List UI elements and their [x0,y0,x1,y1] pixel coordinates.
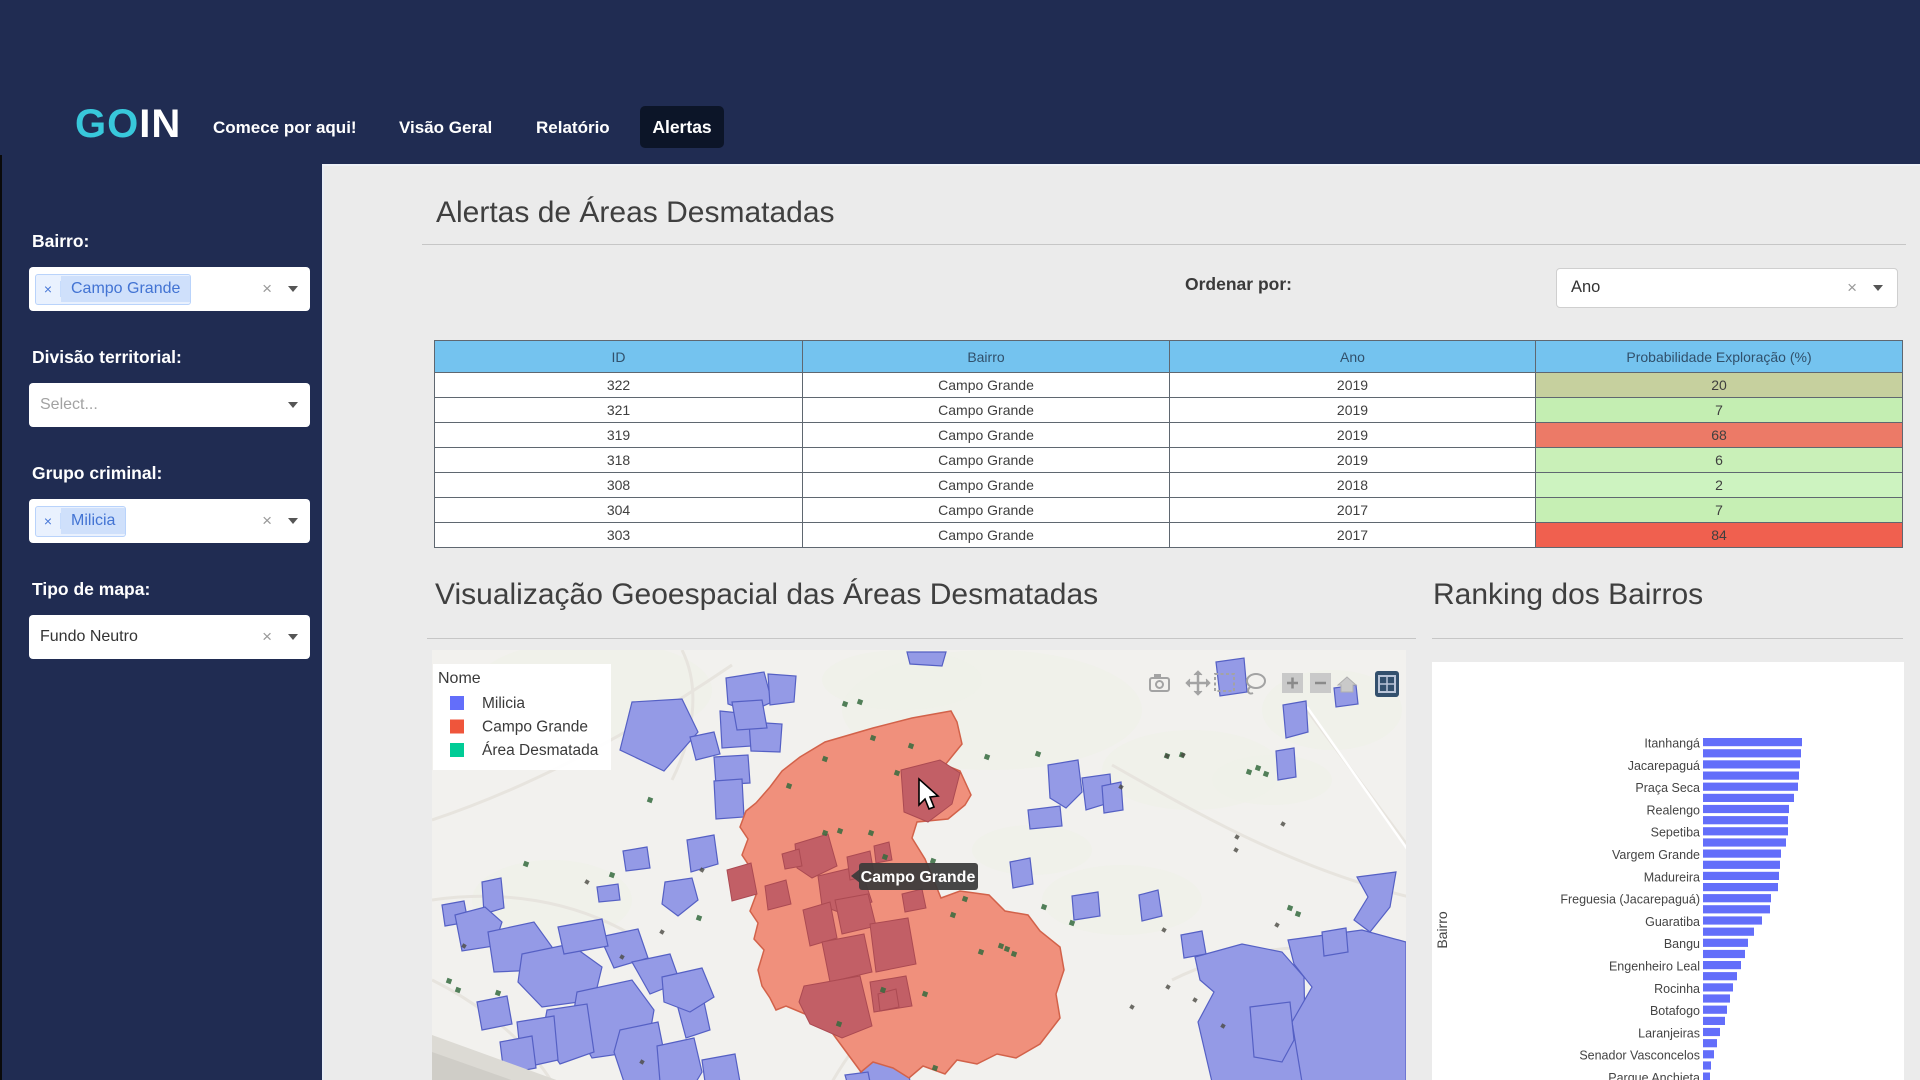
svg-text:Freguesia (Jacarepaguá): Freguesia (Jacarepaguá) [1560,893,1700,907]
svg-text:Praça Seca: Praça Seca [1635,781,1700,795]
svg-text:Guaratiba: Guaratiba [1645,915,1700,929]
svg-text:Itanhangá: Itanhangá [1644,737,1700,751]
svg-text:Vargem Grande: Vargem Grande [1612,848,1700,862]
svg-text:Sepetiba: Sepetiba [1651,826,1700,840]
svg-text:Realengo: Realengo [1646,803,1700,817]
svg-text:Engenheiro Leal: Engenheiro Leal [1609,960,1700,974]
svg-text:Rocinha: Rocinha [1654,982,1700,996]
svg-text:Campo Grande: Campo Grande [861,869,976,886]
svg-text:Parque Anchieta: Parque Anchieta [1608,1071,1700,1080]
svg-text:Botafogo: Botafogo [1650,1004,1700,1018]
svg-text:Área Desmatada: Área Desmatada [482,742,599,759]
svg-text:Milicia: Milicia [482,695,525,712]
svg-text:Madureira: Madureira [1644,870,1700,884]
svg-text:Jacarepaguá: Jacarepaguá [1628,759,1700,773]
svg-text:Campo Grande: Campo Grande [482,719,588,736]
svg-text:Nome: Nome [438,670,481,687]
svg-text:Laranjeiras: Laranjeiras [1638,1026,1700,1040]
svg-text:Bairro: Bairro [1434,911,1450,949]
svg-text:Bangu: Bangu [1664,937,1700,951]
svg-text:Senador Vasconcelos: Senador Vasconcelos [1579,1049,1700,1063]
